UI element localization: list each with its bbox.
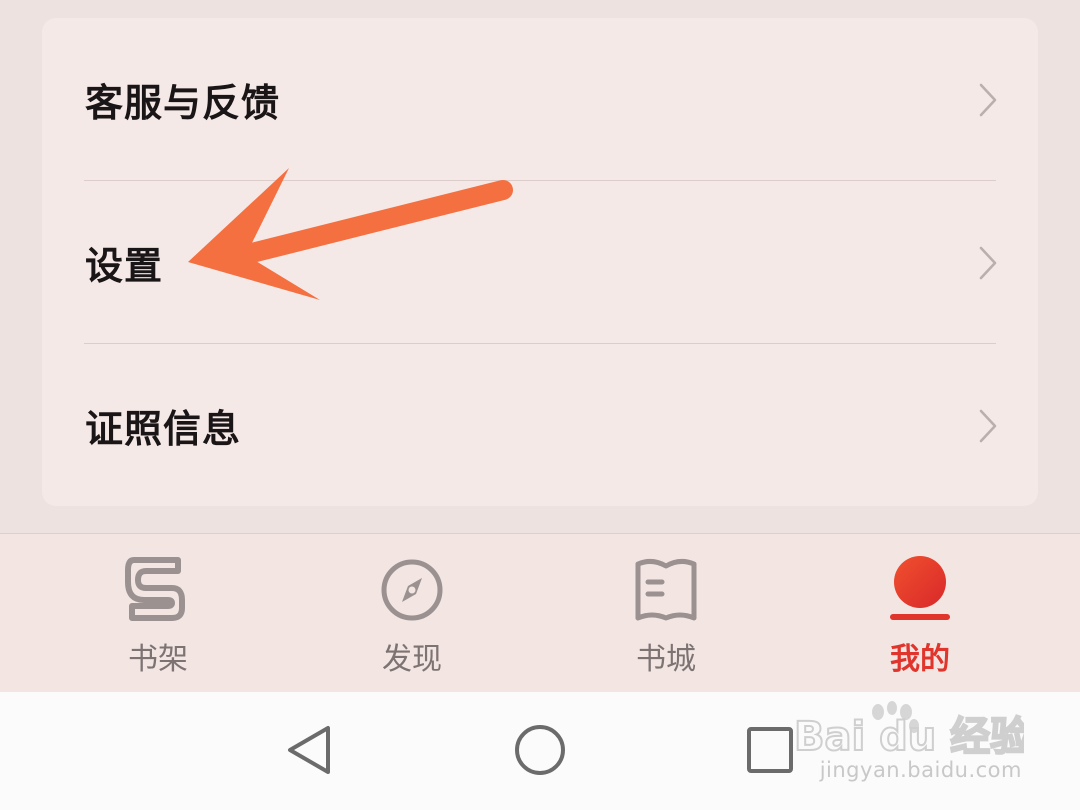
recents-square-icon[interactable] <box>740 720 800 780</box>
menu-item-label: 设置 <box>85 244 164 288</box>
menu-item-label: 客服与反馈 <box>85 81 281 125</box>
profile-icon <box>890 556 950 620</box>
back-triangle-icon[interactable] <box>280 720 340 780</box>
home-circle-icon[interactable] <box>510 720 570 780</box>
tab-bookshelf[interactable]: 书架 <box>58 534 258 693</box>
tab-label: 书架 <box>128 642 188 677</box>
tab-label: 我的 <box>890 642 950 677</box>
chevron-right-icon <box>979 246 997 279</box>
tab-label: 发现 <box>382 642 442 677</box>
tab-label: 书城 <box>636 642 696 677</box>
chevron-right-icon <box>979 409 997 442</box>
bottom-tab-bar: 书架 发现 书城 我的 <box>0 533 1080 693</box>
book-open-icon <box>635 558 697 621</box>
chevron-right-icon <box>979 83 997 116</box>
watermark-url: jingyan.baidu.com <box>819 758 1022 782</box>
tab-bookstore[interactable]: 书城 <box>566 534 766 693</box>
bookshelf-icon <box>125 557 185 621</box>
tab-discover[interactable]: 发现 <box>312 534 512 693</box>
menu-item-license-info[interactable]: 证照信息 <box>42 344 1038 506</box>
menu-card: 客服与反馈 设置 证照信息 <box>42 18 1038 506</box>
tab-me[interactable]: 我的 <box>820 534 1020 693</box>
system-navigation-bar <box>0 692 1080 810</box>
menu-item-settings[interactable]: 设置 <box>42 181 1038 344</box>
compass-icon <box>381 559 443 621</box>
settings-page: 客服与反馈 设置 证照信息 <box>0 0 1080 533</box>
menu-item-label: 证照信息 <box>85 407 242 451</box>
menu-item-customer-service[interactable]: 客服与反馈 <box>42 18 1038 181</box>
